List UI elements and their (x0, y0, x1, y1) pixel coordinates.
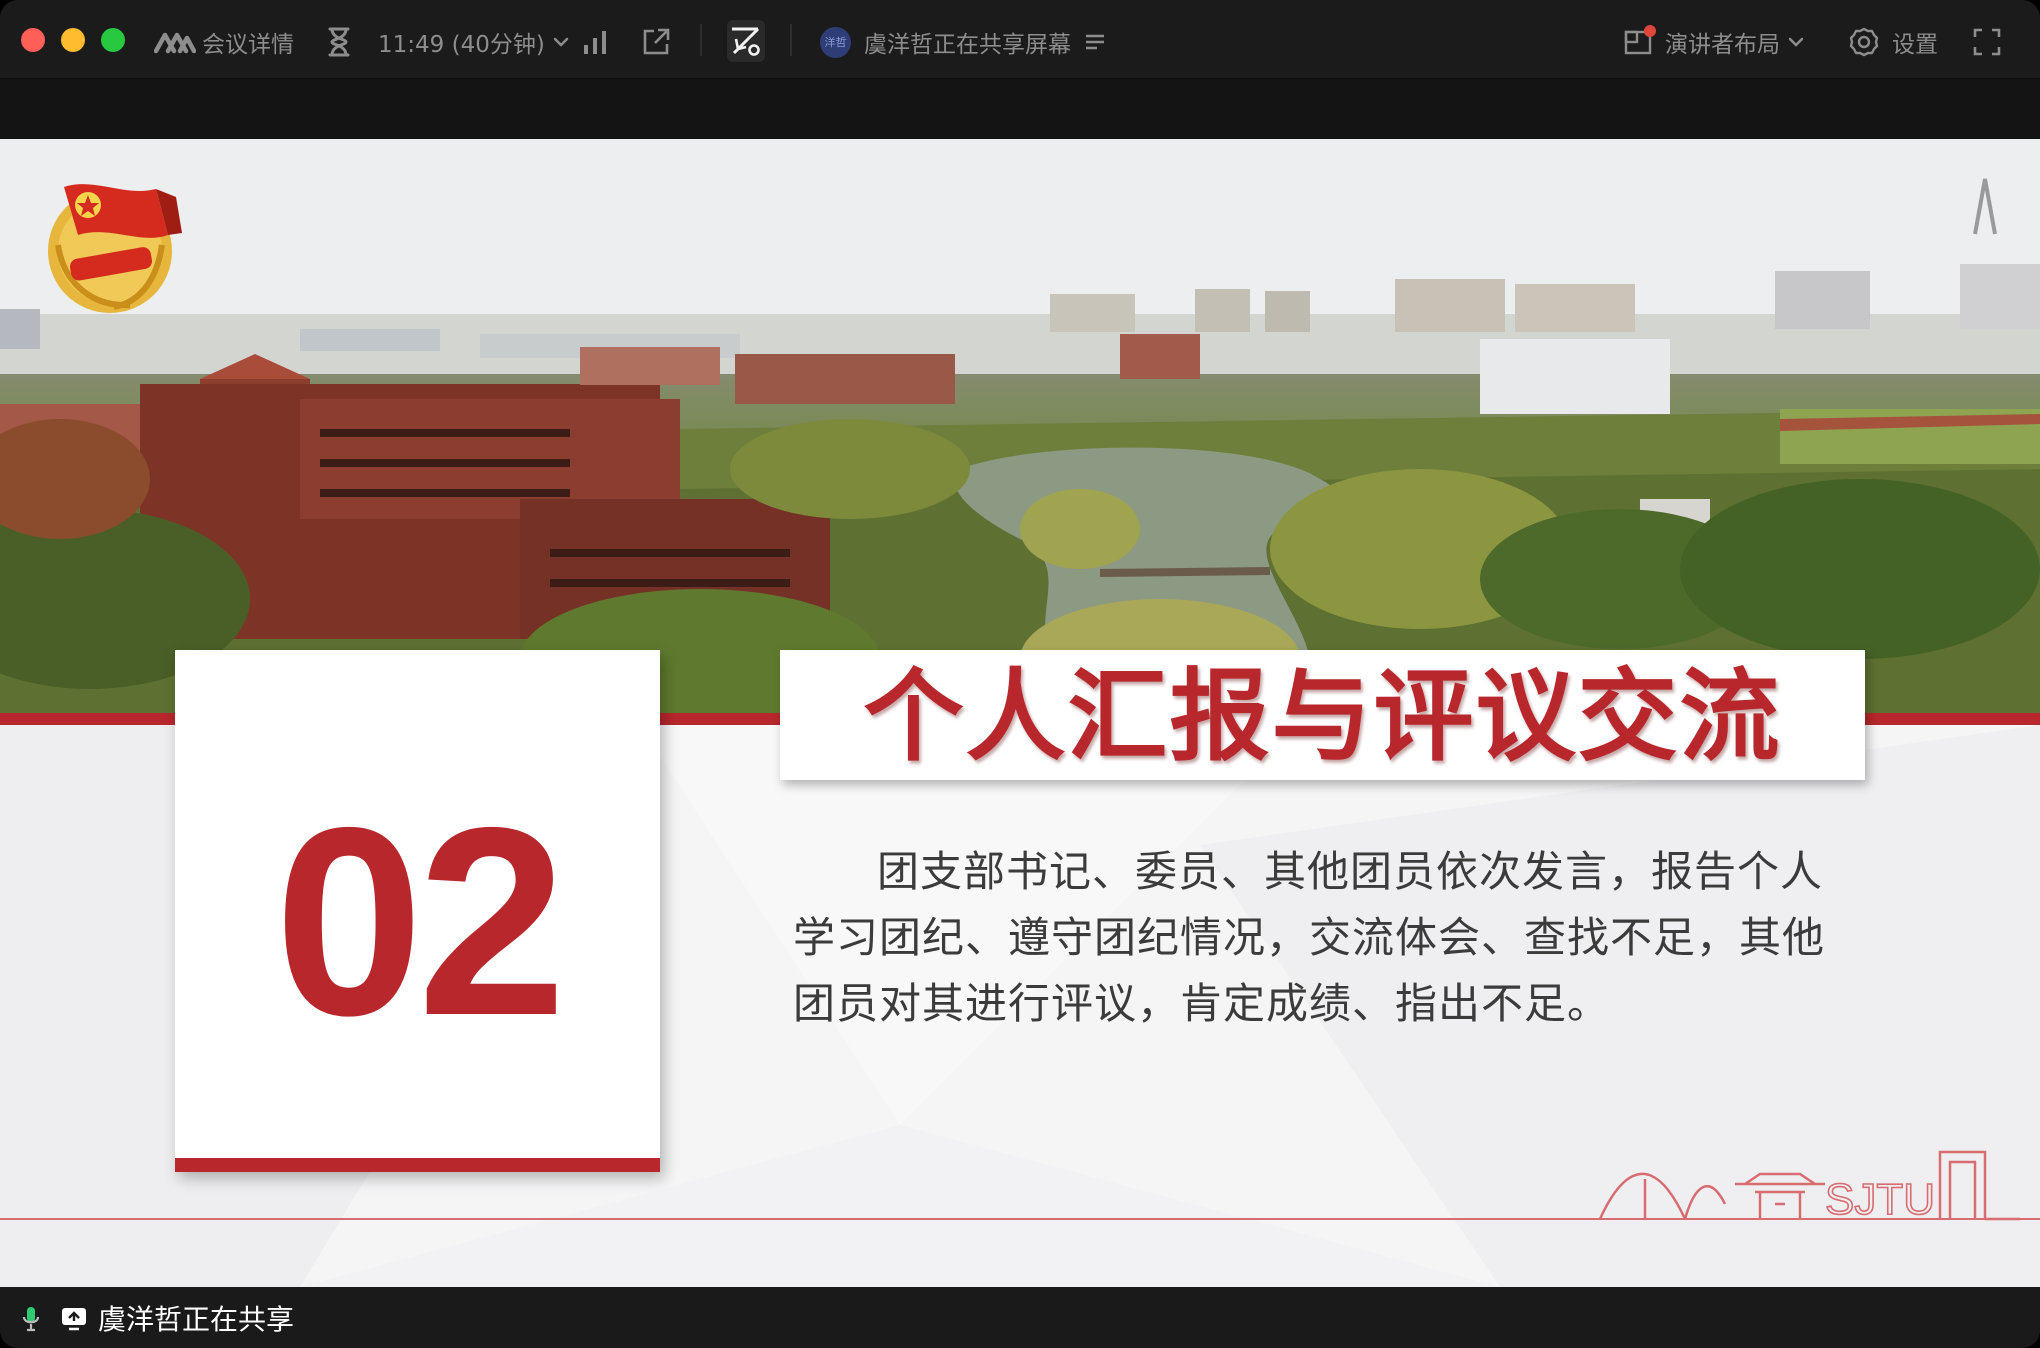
layout-icon (1623, 25, 1656, 57)
section-title-box: 个人汇报与评议交流 (780, 650, 1865, 780)
meeting-details-button[interactable]: 会议详情 (154, 22, 294, 62)
minimize-window-button[interactable] (61, 28, 85, 52)
sjtu-logo-lettering: SJTU (1825, 1175, 1935, 1224)
chevron-down-icon (1788, 37, 1804, 47)
meeting-timer-label: 11:49 (40分钟) (378, 32, 545, 58)
hourglass-icon[interactable] (325, 22, 353, 62)
annotate-button[interactable] (727, 20, 765, 62)
external-window-icon (643, 28, 670, 55)
microphone-button[interactable] (22, 1287, 40, 1348)
fullscreen-button[interactable] (1972, 22, 2002, 62)
section-number-underline (175, 1158, 660, 1172)
fullscreen-icon (1973, 28, 2001, 56)
section-description: 团支部书记、委员、其他团员依次发言，报告个人学习团纪、遵守团纪情况，交流体会、查… (793, 847, 1826, 1028)
layout-label: 演讲者布局 (1665, 32, 1780, 58)
signal-bars-icon (584, 31, 606, 54)
sharing-status-label: 虞洋哲正在共享屏幕 (864, 32, 1071, 58)
shared-slide: 02 个人汇报与评议交流 团支部书记、委员、其他团员依次发言，报告个人学习团纪、… (0, 139, 2040, 1287)
slide-bottom-line (0, 1218, 2040, 1220)
campus-photo (0, 139, 2040, 714)
notification-dot (1644, 25, 1656, 37)
meeting-details-label: 会议详情 (202, 32, 294, 58)
sharing-status[interactable]: 洋哲 虞洋哲正在共享屏幕 (820, 22, 1107, 62)
section-title: 个人汇报与评议交流 (863, 658, 1782, 775)
settings-label: 设置 (1892, 32, 1938, 58)
presenter-avatar: 洋哲 (820, 26, 851, 58)
title-bar: 会议详情 11:49 (40分钟) 洋哲 虞洋哲正在共享屏幕 演讲者布局 设置 (0, 0, 2040, 79)
meeting-timer-dropdown[interactable]: 11:49 (40分钟) (378, 22, 571, 62)
close-window-button[interactable] (21, 28, 45, 52)
window-toolbar-strip (0, 79, 2040, 139)
signal-stats-button[interactable] (582, 22, 610, 62)
meeting-logo-icon (154, 32, 196, 54)
meeting-window: 会议详情 11:49 (40分钟) 洋哲 虞洋哲正在共享屏幕 演讲者布局 设置 … (0, 0, 2040, 1348)
chevron-down-icon (553, 37, 569, 47)
sjtu-line-logo: SJTU (1598, 1150, 2020, 1224)
toolbar-divider (700, 24, 702, 56)
annotation-pen-icon (732, 27, 760, 56)
screen-share-indicator[interactable]: 虞洋哲正在共享 (60, 1287, 294, 1348)
maximize-window-button[interactable] (101, 28, 125, 52)
gear-icon (1849, 27, 1879, 57)
toolbar-divider (790, 24, 792, 56)
layout-dropdown[interactable]: 演讲者布局 (1623, 22, 1806, 62)
sharer-label: 虞洋哲正在共享 (98, 1302, 295, 1336)
section-number: 02 (274, 771, 566, 1071)
pop-out-button[interactable] (640, 22, 672, 62)
microphone-icon (22, 1306, 40, 1331)
sharing-status-bar: 虞洋哲正在共享 (0, 1287, 2040, 1348)
settings-button[interactable]: 设置 (1848, 22, 1938, 62)
screen-share-icon (62, 1307, 86, 1330)
campus-photo-drawing (0, 139, 2040, 714)
list-menu-icon (1086, 34, 1104, 50)
youth-league-emblem (48, 184, 182, 313)
section-number-card: 02 (175, 650, 660, 1172)
